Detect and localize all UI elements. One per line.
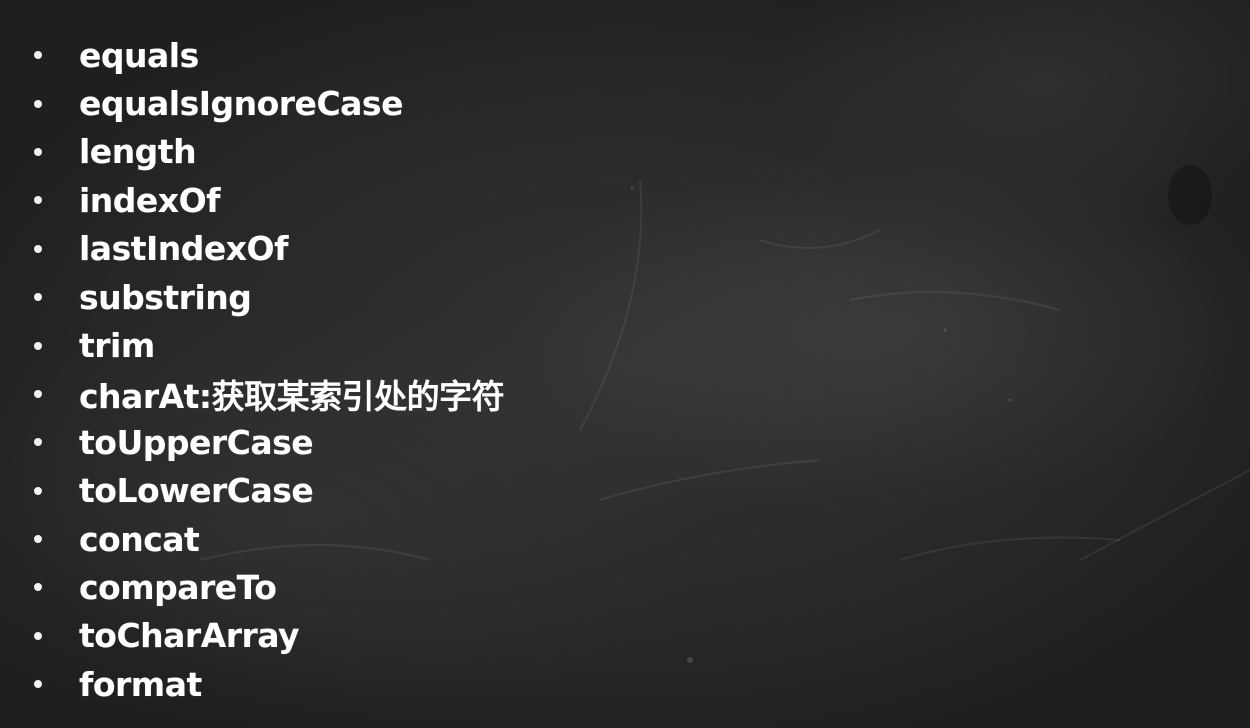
bullet-icon xyxy=(34,631,42,640)
bullet-icon xyxy=(34,486,42,495)
list-item-text: format xyxy=(79,664,202,704)
bullet-icon xyxy=(34,341,42,350)
list-item-text: compareTo xyxy=(79,567,277,607)
bullet-icon xyxy=(34,389,42,398)
bullet-icon xyxy=(34,99,42,108)
list-item-text: length xyxy=(79,132,197,172)
list-item: toUpperCase xyxy=(30,418,504,466)
method-bullet-list: equals equalsIgnoreCase length indexOf lastI… xyxy=(30,31,505,708)
bullet-icon xyxy=(34,680,42,689)
list-item-text: substring xyxy=(79,277,252,317)
list-item-text: charAt:获取某索引处的字符 xyxy=(79,376,505,416)
list-item: concat xyxy=(30,515,504,563)
list-item: toLowerCase xyxy=(30,467,504,515)
list-item-text: toUpperCase xyxy=(79,422,314,462)
list-item: equals xyxy=(30,31,504,79)
bullet-icon xyxy=(34,438,42,447)
list-item-text: concat xyxy=(79,519,200,559)
list-item: length xyxy=(30,128,504,176)
list-item-text: lastIndexOf xyxy=(79,229,288,269)
bullet-icon xyxy=(34,51,42,60)
list-item: indexOf xyxy=(30,176,504,224)
list-item-text: toCharArray xyxy=(79,616,300,656)
bullet-icon xyxy=(34,147,42,156)
list-item: compareTo xyxy=(30,563,504,611)
list-item-text: equals xyxy=(79,35,199,75)
list-item-text: indexOf xyxy=(79,180,221,220)
bullet-icon xyxy=(34,535,42,544)
bullet-icon xyxy=(34,244,42,253)
list-item: format xyxy=(30,660,504,708)
list-item: substring xyxy=(30,273,504,321)
bullet-icon xyxy=(34,196,42,205)
list-item-text: toLowerCase xyxy=(79,471,314,511)
list-item-text: trim xyxy=(79,326,155,366)
bullet-icon xyxy=(34,293,42,302)
list-item: charAt:获取某索引处的字符 xyxy=(30,370,505,418)
list-item: toCharArray xyxy=(30,612,504,660)
list-item-text: equalsIgnoreCase xyxy=(79,84,403,124)
bullet-icon xyxy=(34,583,42,592)
list-item: equalsIgnoreCase xyxy=(30,79,504,127)
list-item: trim xyxy=(30,321,504,369)
list-item: lastIndexOf xyxy=(30,225,504,273)
